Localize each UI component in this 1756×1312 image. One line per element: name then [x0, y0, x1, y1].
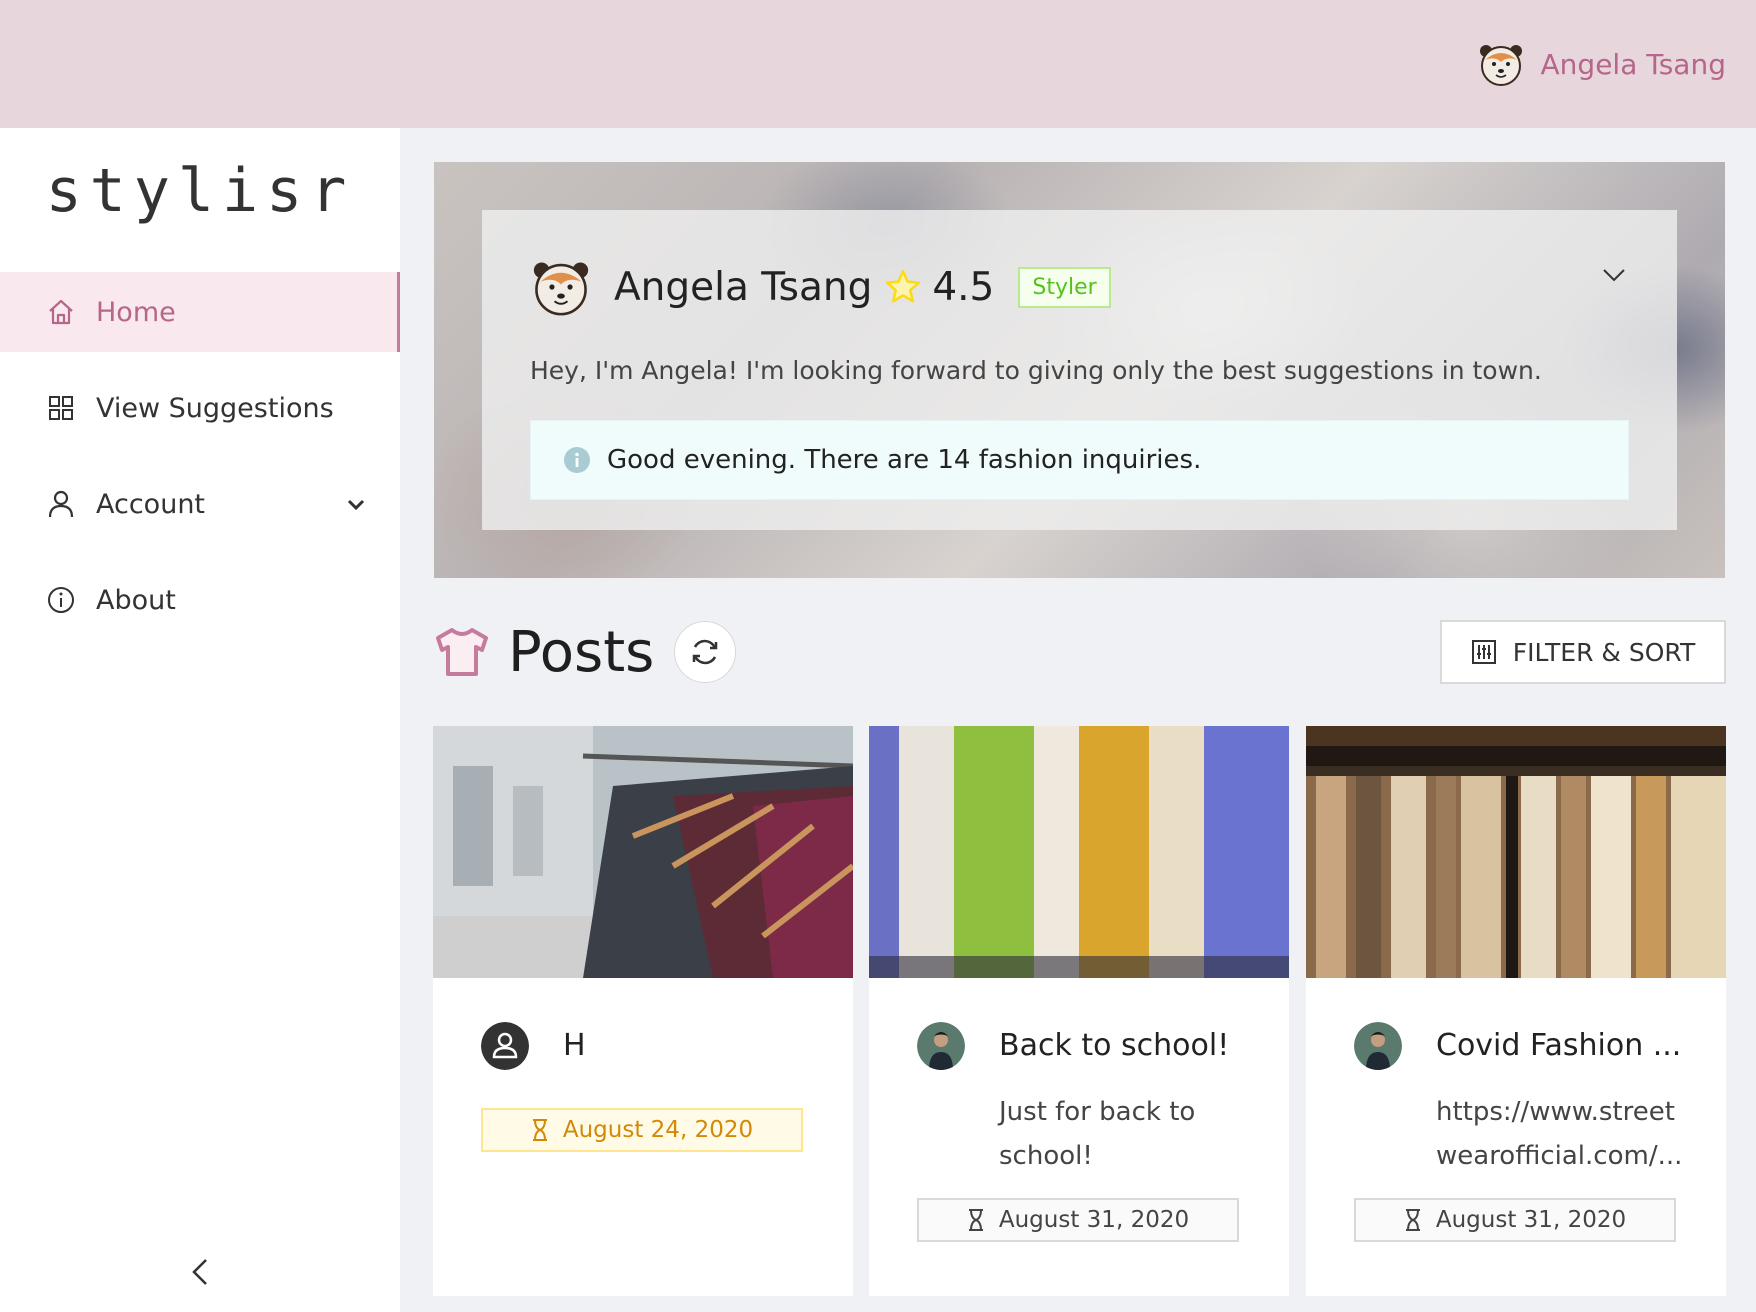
- hourglass-icon: [1405, 1209, 1420, 1231]
- sidebar-item-about[interactable]: About: [0, 560, 400, 640]
- sidebar-item-label: View Suggestions: [96, 392, 334, 424]
- sidebar: stylisr Home View Suggestions Account Ab…: [0, 128, 400, 1312]
- chevron-down-icon[interactable]: [1599, 260, 1629, 290]
- date-tag: August 31, 2020: [917, 1198, 1239, 1242]
- date-tag: August 24, 2020: [481, 1108, 803, 1152]
- post-card[interactable]: Covid Fashion ... https://www.streetwear…: [1306, 726, 1726, 1296]
- sidebar-item-label: Account: [96, 488, 206, 520]
- bear-avatar-icon: [533, 262, 589, 316]
- shirt-icon: [436, 628, 488, 676]
- shirts-photo: [869, 726, 1289, 978]
- profile-rating: 4.5: [932, 264, 995, 310]
- profile-name: Angela Tsang: [614, 264, 873, 310]
- refresh-icon: [693, 639, 718, 665]
- post-title: Covid Fashion ...: [1436, 1028, 1682, 1063]
- sidebar-item-view-suggestions[interactable]: View Suggestions: [0, 368, 400, 448]
- user-avatar-photo: [1354, 1022, 1402, 1070]
- grid-icon: [46, 393, 76, 423]
- posts-header: Posts: [434, 616, 737, 688]
- refresh-button[interactable]: [674, 621, 737, 683]
- top-header: Angela Tsang: [0, 0, 1756, 128]
- post-date: August 31, 2020: [1435, 1207, 1627, 1233]
- clothing-rack-photo: [433, 726, 855, 978]
- profile-bio: Hey, I'm Angela! I'm looking forward to …: [530, 356, 1542, 385]
- post-card[interactable]: Back to school! Just for back to school!…: [869, 726, 1289, 1296]
- profile-card: Angela Tsang 4.5 Styler Hey, I'm Angela!…: [482, 210, 1677, 530]
- header-user-name[interactable]: Angela Tsang: [1541, 48, 1726, 81]
- clothing-store-photo: [1306, 726, 1726, 978]
- sidebar-item-label: Home: [96, 296, 176, 328]
- default-avatar-icon: [481, 1022, 529, 1070]
- filter-icon: [1471, 640, 1496, 664]
- home-icon: [46, 297, 76, 327]
- post-title: Back to school!: [999, 1028, 1230, 1063]
- profile-banner: Angela Tsang 4.5 Styler Hey, I'm Angela!…: [434, 162, 1725, 578]
- info-icon: [46, 585, 76, 615]
- post-date: August 31, 2020: [998, 1207, 1190, 1233]
- sidebar-item-account[interactable]: Account: [0, 464, 400, 544]
- post-description: https://www.streetwearofficial.com/...: [1436, 1097, 1683, 1171]
- chevron-down-icon[interactable]: [344, 492, 368, 516]
- star-icon: [886, 269, 921, 303]
- post-title: H: [563, 1028, 586, 1063]
- hourglass-icon: [968, 1209, 983, 1231]
- profile-header: Angela Tsang 4.5 Styler: [530, 256, 1111, 318]
- user-icon: [46, 489, 76, 519]
- sidebar-menu: Home View Suggestions Account About: [0, 272, 400, 656]
- date-tag: August 31, 2020: [1354, 1198, 1676, 1242]
- user-menu[interactable]: Angela Tsang: [1477, 40, 1726, 88]
- bear-avatar-icon: [1479, 45, 1522, 86]
- hourglass-icon: [532, 1119, 547, 1141]
- post-description: Just for back to school!: [999, 1097, 1196, 1171]
- sidebar-item-home[interactable]: Home: [0, 272, 400, 352]
- sidebar-item-label: About: [96, 584, 176, 616]
- app-logo[interactable]: stylisr: [0, 156, 400, 226]
- post-date: August 24, 2020: [562, 1117, 754, 1143]
- info-icon: [564, 447, 590, 473]
- user-avatar-photo: [917, 1022, 965, 1070]
- role-badge: Styler: [1018, 266, 1111, 308]
- collapse-sidebar-icon[interactable]: [186, 1254, 214, 1290]
- alert-text: Good evening. There are 14 fashion inqui…: [607, 445, 1202, 475]
- filter-sort-label: FILTER & SORT: [1512, 637, 1696, 667]
- greeting-alert: Good evening. There are 14 fashion inqui…: [530, 420, 1629, 500]
- post-card[interactable]: H August 24, 2020: [433, 726, 855, 1296]
- posts-title: Posts: [508, 619, 655, 685]
- filter-sort-button[interactable]: FILTER & SORT: [1440, 620, 1726, 684]
